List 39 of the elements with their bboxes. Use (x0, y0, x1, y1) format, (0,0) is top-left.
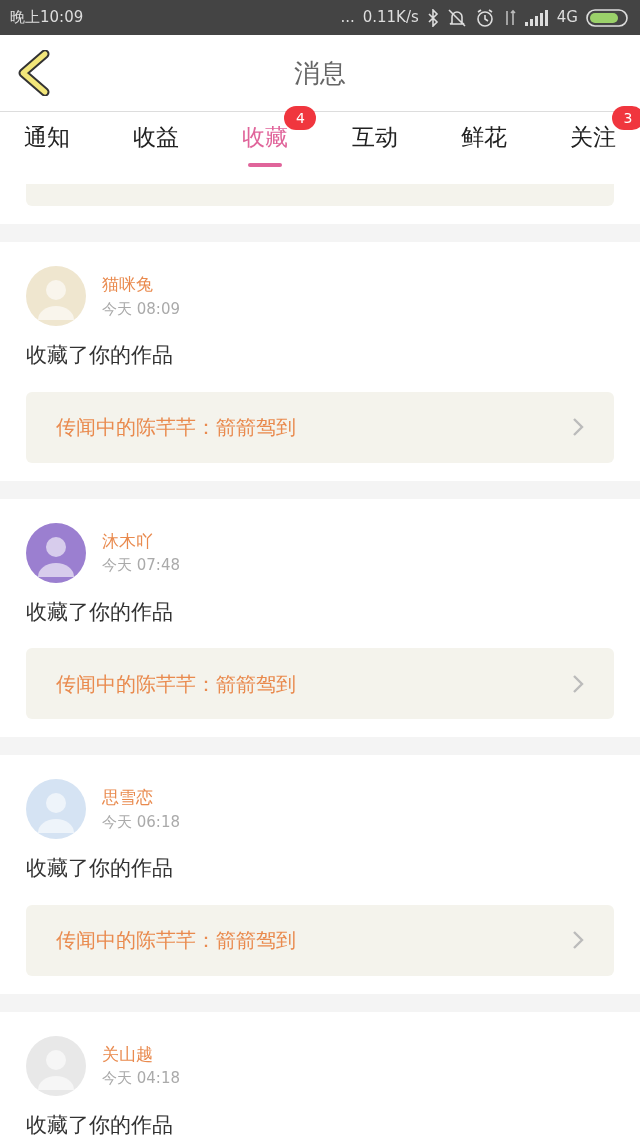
action-text: 收藏了你的作品 (26, 855, 174, 882)
chevron-right-icon (572, 930, 584, 950)
tab[interactable]: 通知 (24, 116, 70, 163)
muted-bell-icon (446, 7, 467, 28)
chevron-right-icon (572, 673, 584, 694)
work-title: 传闻中的陈芊芊：箭箭驾到 (56, 414, 296, 441)
network-type-text: 4G (556, 7, 578, 29)
timestamp: 今天 08:09 (102, 298, 180, 320)
user-name[interactable]: 思雪恋 (102, 785, 180, 811)
user-name[interactable]: 沐木吖 (102, 528, 180, 554)
timestamp: 今天 04:18 (102, 1068, 180, 1089)
bluetooth-icon (426, 8, 439, 27)
battery-icon (586, 7, 630, 28)
user-name[interactable]: 关山越 (102, 1041, 180, 1067)
timestamp: 今天 07:48 (102, 555, 180, 576)
work-title: 传闻中的陈芊芊：箭箭驾到 (56, 670, 296, 698)
dots-text: ... (340, 7, 355, 29)
tab[interactable]: 互动 (351, 116, 398, 163)
work-title: 传闻中的陈芊芊：箭箭驾到 (56, 927, 296, 954)
timestamp: 今天 06:18 (102, 811, 180, 833)
selected-tab-indicator (248, 162, 283, 167)
network-speed-text: 0.11K/s (362, 7, 419, 29)
tab[interactable]: 收益 (133, 116, 180, 163)
clock-text: 晚上10:09 (10, 7, 84, 29)
work-link[interactable]: 传闻中的陈芊芊：箭箭驾到 (26, 391, 614, 463)
signal-icon (524, 9, 549, 26)
work-link[interactable]: 传闻中的陈芊芊：箭箭驾到 (26, 904, 614, 976)
action-text: 收藏了你的作品 (26, 342, 174, 369)
page-title: 消息 (294, 56, 346, 90)
count-badge: 4 (284, 106, 317, 130)
user-name[interactable]: 猫咪兔 (102, 272, 180, 298)
action-text: 收藏了你的作品 (26, 1111, 174, 1138)
alarm-icon (474, 7, 495, 28)
tab[interactable]: 鲜花 (460, 116, 507, 163)
action-text: 收藏了你的作品 (26, 598, 174, 626)
chevron-right-icon (572, 417, 584, 437)
work-link[interactable]: 传闻中的陈芊芊：箭箭驾到 (26, 648, 614, 719)
count-badge: 3 (611, 106, 640, 130)
back-icon[interactable] (17, 50, 51, 96)
